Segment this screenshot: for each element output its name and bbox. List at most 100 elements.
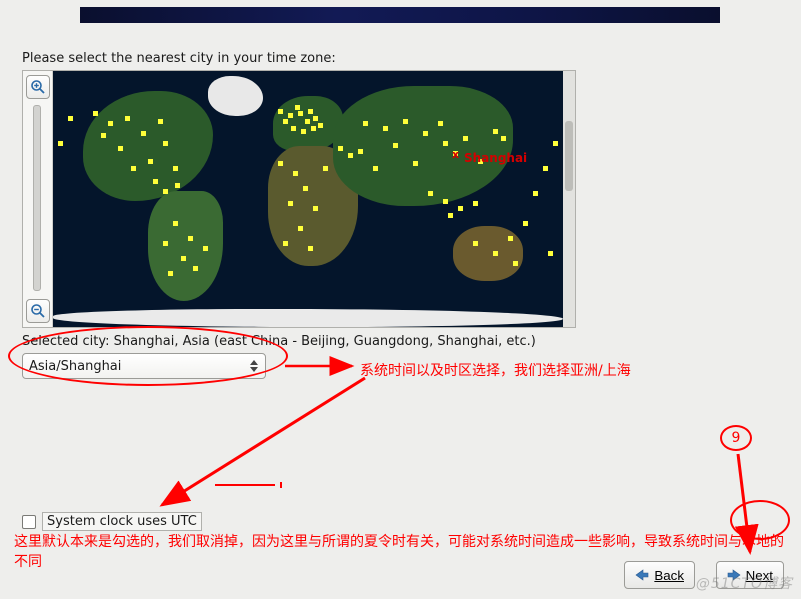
- city-dot[interactable]: [163, 189, 168, 194]
- scrollbar-vertical[interactable]: [563, 71, 575, 327]
- city-dot[interactable]: [203, 246, 208, 251]
- city-dot[interactable]: [543, 166, 548, 171]
- city-dot[interactable]: [278, 109, 283, 114]
- city-dot[interactable]: [125, 116, 130, 121]
- city-dot[interactable]: [428, 191, 433, 196]
- city-dot[interactable]: [193, 266, 198, 271]
- city-dot[interactable]: [131, 166, 136, 171]
- city-dot[interactable]: [295, 105, 300, 110]
- selected-city-marker-icon: x: [452, 148, 459, 161]
- city-dot[interactable]: [348, 153, 353, 158]
- city-dot[interactable]: [293, 171, 298, 176]
- city-dot[interactable]: [58, 141, 63, 146]
- city-dot[interactable]: [448, 213, 453, 218]
- city-dot[interactable]: [101, 133, 106, 138]
- back-arrow-icon: [635, 569, 649, 581]
- dropdown-stepper-icon: [247, 357, 261, 375]
- city-dot[interactable]: [118, 146, 123, 151]
- city-dot[interactable]: [463, 136, 468, 141]
- selected-city-marker-label: Shanghai: [464, 151, 527, 165]
- city-dot[interactable]: [298, 111, 303, 116]
- utc-checkbox[interactable]: [22, 515, 36, 529]
- city-dot[interactable]: [493, 129, 498, 134]
- city-dot[interactable]: [278, 161, 283, 166]
- city-dot[interactable]: [308, 109, 313, 114]
- city-dot[interactable]: [148, 159, 153, 164]
- city-dot[interactable]: [93, 111, 98, 116]
- city-dot[interactable]: [108, 121, 113, 126]
- city-dot[interactable]: [158, 119, 163, 124]
- city-dot[interactable]: [298, 226, 303, 231]
- city-dot[interactable]: [311, 126, 316, 131]
- city-dot[interactable]: [288, 113, 293, 118]
- city-dot[interactable]: [358, 149, 363, 154]
- city-dot[interactable]: [438, 121, 443, 126]
- annotation-arrow: [150, 370, 380, 515]
- city-dot[interactable]: [523, 221, 528, 226]
- header-banner: [80, 7, 720, 23]
- city-dot[interactable]: [443, 141, 448, 146]
- city-dot[interactable]: [473, 241, 478, 246]
- city-dot[interactable]: [323, 166, 328, 171]
- city-dot[interactable]: [181, 256, 186, 261]
- city-dot[interactable]: [548, 251, 553, 256]
- utc-row: System clock uses UTC: [22, 512, 202, 531]
- city-dot[interactable]: [403, 119, 408, 124]
- city-dot[interactable]: [508, 236, 513, 241]
- city-dot[interactable]: [291, 126, 296, 131]
- annotation-arrow: [280, 356, 360, 376]
- timezone-select[interactable]: Asia/Shanghai: [22, 353, 266, 379]
- city-dot[interactable]: [553, 141, 558, 146]
- city-dot[interactable]: [168, 271, 173, 276]
- city-dot[interactable]: [383, 126, 388, 131]
- prompt-label: Please select the nearest city in your t…: [22, 51, 336, 66]
- zoom-slider[interactable]: [33, 105, 41, 291]
- city-dot[interactable]: [175, 183, 180, 188]
- back-button[interactable]: Back: [624, 561, 695, 589]
- city-dot[interactable]: [163, 241, 168, 246]
- annotation-dropdown-note: 系统时间以及时区选择，我们选择亚洲/上海: [360, 360, 631, 380]
- city-dot[interactable]: [493, 251, 498, 256]
- city-dot[interactable]: [501, 136, 506, 141]
- annotation-step-number: 9: [720, 425, 752, 451]
- city-dot[interactable]: [153, 179, 158, 184]
- city-dot[interactable]: [393, 143, 398, 148]
- city-dot[interactable]: [288, 201, 293, 206]
- city-dot[interactable]: [513, 261, 518, 266]
- city-dot[interactable]: [458, 206, 463, 211]
- city-dot[interactable]: [318, 123, 323, 128]
- city-dot[interactable]: [173, 221, 178, 226]
- city-dot[interactable]: [283, 241, 288, 246]
- scrollbar-thumb[interactable]: [565, 121, 573, 191]
- city-dot[interactable]: [303, 186, 308, 191]
- city-dot[interactable]: [308, 246, 313, 251]
- city-dot[interactable]: [413, 161, 418, 166]
- city-dot[interactable]: [141, 131, 146, 136]
- zoom-out-button[interactable]: [26, 299, 50, 323]
- city-dot[interactable]: [188, 236, 193, 241]
- zoom-controls: [23, 71, 53, 327]
- landmass: [453, 226, 523, 281]
- city-dot[interactable]: [473, 201, 478, 206]
- zoom-out-icon: [30, 303, 46, 319]
- city-dot[interactable]: [313, 206, 318, 211]
- city-dot[interactable]: [533, 191, 538, 196]
- city-dot[interactable]: [313, 116, 318, 121]
- city-dot[interactable]: [338, 146, 343, 151]
- city-dot[interactable]: [301, 129, 306, 134]
- city-dot[interactable]: [305, 119, 310, 124]
- utc-checkbox-label[interactable]: System clock uses UTC: [42, 512, 202, 531]
- city-dot[interactable]: [443, 199, 448, 204]
- city-dot[interactable]: [283, 119, 288, 124]
- timezone-map[interactable]: x Shanghai: [22, 70, 576, 328]
- city-dot[interactable]: [423, 131, 428, 136]
- city-dot[interactable]: [363, 121, 368, 126]
- landmass: [208, 76, 263, 116]
- city-dot[interactable]: [163, 141, 168, 146]
- map-viewport[interactable]: x Shanghai: [53, 71, 563, 327]
- city-dot[interactable]: [68, 116, 73, 121]
- selected-city-label: Selected city: Shanghai, Asia (east Chin…: [22, 334, 536, 349]
- city-dot[interactable]: [373, 166, 378, 171]
- city-dot[interactable]: [173, 166, 178, 171]
- zoom-in-button[interactable]: [26, 75, 50, 99]
